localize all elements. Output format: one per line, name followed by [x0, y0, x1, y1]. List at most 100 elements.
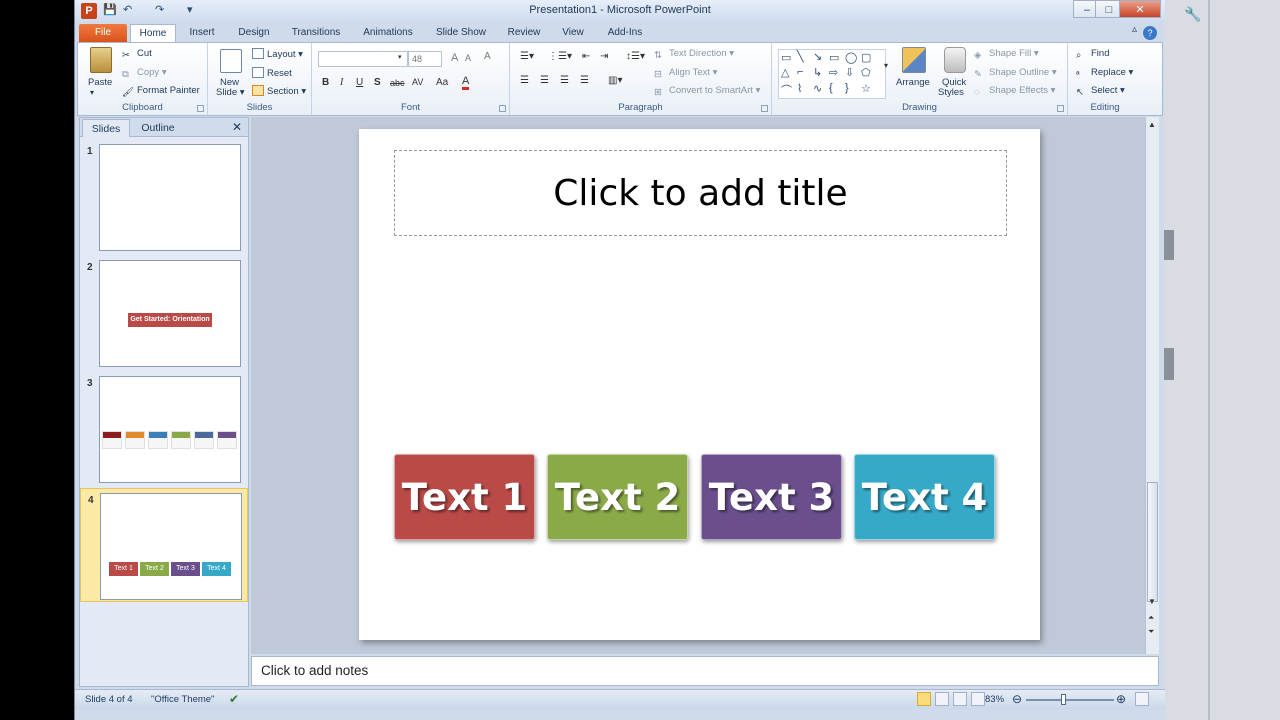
convert-smartart-button[interactable]: ⊞ Convert to SmartArt ▾ [654, 85, 760, 98]
text-direction-button[interactable]: ⇅ Text Direction ▾ [654, 48, 734, 61]
freeform-shape-icon[interactable]: ⌇ [797, 82, 802, 95]
star-shape-icon[interactable]: ☆ [861, 82, 871, 95]
rounded-rect-shape-icon[interactable]: ▢ [861, 51, 871, 64]
spell-check-icon[interactable]: ✔ [229, 692, 239, 706]
zoom-slider-knob[interactable] [1061, 694, 1066, 705]
dialog-launcher-icon[interactable] [761, 105, 768, 112]
font-name-combo[interactable] [318, 51, 408, 67]
scroll-up-icon[interactable]: ▲ [1148, 120, 1156, 129]
tab-outline[interactable]: Outline [132, 119, 184, 137]
close-pane-icon[interactable]: ✕ [232, 120, 242, 134]
text-box-shape-icon[interactable]: ▭ [781, 51, 791, 64]
align-text-button[interactable]: ⊟ Align Text ▾ [654, 67, 717, 80]
slide-thumbnail-row[interactable]: 1 [80, 140, 248, 252]
text-box-3[interactable]: Text 3 [701, 454, 842, 540]
theme-name[interactable]: "Office Theme" [151, 694, 214, 705]
shape-outline-button[interactable]: ✎ Shape Outline ▾ [974, 67, 1057, 80]
format-painter-button[interactable]: 🖌 Format Painter [122, 85, 200, 98]
shape-fill-button[interactable]: ◈ Shape Fill ▾ [974, 48, 1039, 61]
title-placeholder[interactable]: Click to add title [394, 150, 1007, 236]
line-shape-icon[interactable]: ╲ [797, 50, 804, 63]
oval-shape-icon[interactable]: ◯ [845, 51, 857, 64]
notes-pane[interactable]: Click to add notes [251, 656, 1159, 686]
grow-font-icon[interactable]: A [451, 52, 458, 64]
new-slide-icon[interactable] [220, 49, 242, 73]
tab-insert[interactable]: Insert [181, 24, 223, 42]
minimize-ribbon-icon[interactable]: ▵ [1132, 24, 1137, 35]
slide-thumbnail[interactable] [99, 376, 241, 483]
slide-thumbnail-row[interactable]: 3 [80, 372, 248, 484]
shape-effects-button[interactable]: ◌ Shape Effects ▾ [974, 85, 1055, 98]
elbow-arrow-icon[interactable]: ↳ [813, 66, 822, 79]
font-color-button[interactable]: A [462, 75, 470, 90]
cut-button[interactable]: ✂ Cut [122, 48, 152, 61]
slide-canvas[interactable]: Click to add title Text 1 Text 2 Text 3 … [359, 129, 1040, 640]
shrink-font-icon[interactable]: A [465, 53, 471, 63]
dialog-launcher-icon[interactable] [1057, 105, 1064, 112]
normal-view-icon[interactable] [917, 692, 931, 706]
character-spacing-button[interactable]: AV [412, 77, 423, 87]
curve-shape-icon[interactable]: ⌒ [781, 82, 792, 98]
text-box-1[interactable]: Text 1 [394, 454, 535, 540]
quick-styles-icon[interactable] [944, 47, 966, 73]
tab-transitions[interactable]: Transitions [285, 24, 347, 42]
fit-slide-icon[interactable] [1135, 692, 1149, 706]
shadow-button[interactable]: S [374, 77, 381, 88]
replace-button[interactable]: ᵃ Replace ▾ [1076, 67, 1133, 80]
underline-button[interactable]: U [356, 77, 363, 88]
notes-placeholder[interactable]: Click to add notes [261, 663, 368, 678]
wrench-icon[interactable]: 🔧 [1184, 6, 1201, 23]
vertical-scrollbar[interactable]: ▲ ▼ ⏶ ⏷ [1145, 117, 1159, 654]
justify-icon[interactable]: ☰ [580, 75, 589, 86]
tab-home[interactable]: Home [130, 24, 176, 42]
arrange-button[interactable]: Arrange [896, 77, 930, 88]
slide-thumbnail-row[interactable]: 2 Get Started: Orientation [80, 256, 248, 368]
tab-file[interactable]: File [79, 24, 127, 42]
layout-button[interactable]: Layout ▾ [252, 48, 303, 60]
slide-show-view-icon[interactable] [971, 692, 985, 706]
tab-add-ins[interactable]: Add-Ins [601, 24, 649, 42]
tab-slide-show[interactable]: Slide Show [429, 24, 493, 42]
scribble-shape-icon[interactable]: ∿ [813, 82, 822, 95]
pentagon-shape-icon[interactable]: ⬠ [861, 66, 871, 79]
section-button[interactable]: Section ▾ [252, 85, 306, 97]
decrease-indent-icon[interactable]: ⇤ [582, 51, 590, 62]
select-button[interactable]: ↖ Select ▾ [1076, 85, 1125, 98]
slide-thumbnail[interactable]: Get Started: Orientation [99, 260, 241, 367]
down-arrow-shape-icon[interactable]: ⇩ [845, 66, 854, 79]
tab-review[interactable]: Review [503, 24, 545, 42]
strikethrough-button[interactable]: abc [390, 78, 405, 88]
slide-thumbnail[interactable]: Text 1 Text 2 Text 3 Text 4 [100, 493, 242, 600]
zoom-level[interactable]: 83% [985, 694, 1004, 705]
close-button[interactable]: ✕ [1119, 0, 1161, 18]
text-box-2[interactable]: Text 2 [547, 454, 688, 540]
align-left-icon[interactable]: ☰ [520, 75, 529, 86]
zoom-out-icon[interactable]: ⊖ [1012, 692, 1022, 706]
right-arrow-shape-icon[interactable]: ⇨ [829, 66, 838, 79]
font-name-dropdown-icon[interactable]: ▾ [398, 53, 402, 61]
new-slide-dropdown[interactable]: Slide ▾ [216, 87, 245, 98]
align-center-icon[interactable]: ☰ [540, 75, 549, 86]
change-case-button[interactable]: Aa [436, 77, 448, 88]
copy-button[interactable]: ⧉ Copy ▾ [122, 67, 167, 80]
arrow-line-shape-icon[interactable]: ↘ [813, 50, 822, 63]
scroll-down-icon[interactable]: ▼ [1148, 597, 1156, 606]
scrollbar-thumb[interactable] [1147, 482, 1158, 602]
line-spacing-icon[interactable]: ↕☰▾ [626, 51, 645, 62]
next-slide-icon[interactable]: ⏷ [1148, 627, 1154, 637]
font-size-combo[interactable]: 48 [408, 51, 442, 67]
reading-view-icon[interactable] [953, 692, 967, 706]
reset-button[interactable]: Reset [252, 67, 292, 79]
triangle-shape-icon[interactable]: △ [781, 66, 789, 79]
zoom-in-icon[interactable]: ⊕ [1116, 692, 1126, 706]
shapes-more-icon[interactable]: ▾ [884, 61, 888, 70]
bold-button[interactable]: B [322, 77, 329, 88]
rectangle-shape-icon[interactable]: ▭ [829, 51, 839, 64]
help-icon[interactable]: ? [1143, 26, 1157, 40]
slide-thumbnail[interactable] [99, 144, 241, 251]
paste-dropdown-icon[interactable]: ▾ [90, 88, 94, 97]
slide-thumbnail-row-selected[interactable]: 4 Text 1 Text 2 Text 3 Text 4 [80, 488, 248, 602]
bullets-icon[interactable]: ☰▾ [520, 51, 534, 62]
right-brace-shape-icon[interactable]: } [845, 82, 849, 94]
left-brace-shape-icon[interactable]: { [829, 82, 833, 94]
